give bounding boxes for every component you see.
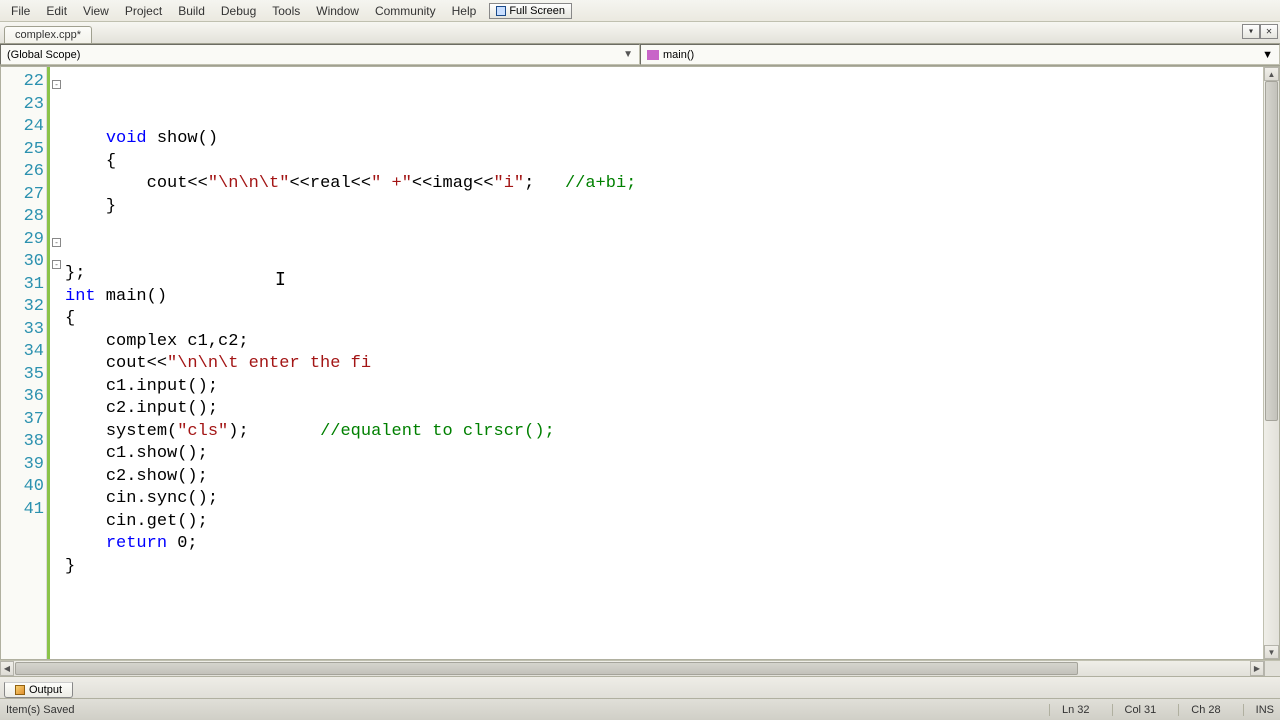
horizontal-scrollbar-row: ◀ ▶	[0, 660, 1280, 676]
code-line[interactable]: }	[65, 196, 1263, 219]
document-tab-bar: complex.cpp* ▾ ✕	[0, 22, 1280, 44]
code-line[interactable]: cout<<"\n\n\t enter the fi	[65, 353, 1263, 376]
line-number: 39	[7, 454, 44, 477]
code-line[interactable]: cin.get();	[65, 511, 1263, 534]
line-number: 27	[7, 184, 44, 207]
menu-debug[interactable]: Debug	[214, 2, 263, 20]
code-line[interactable]	[65, 218, 1263, 241]
code-area[interactable]: I void show() { cout<<"\n\n\t"<<real<<" …	[63, 67, 1263, 659]
code-line[interactable]: {	[65, 151, 1263, 174]
status-ins: INS	[1243, 704, 1274, 716]
code-line[interactable]: c1.show();	[65, 443, 1263, 466]
menu-view[interactable]: View	[76, 2, 116, 20]
status-message: Item(s) Saved	[6, 704, 74, 716]
code-line[interactable]: cout<<"\n\n\t"<<real<<" +"<<imag<<"i"; /…	[65, 173, 1263, 196]
line-number: 26	[7, 161, 44, 184]
fold-column[interactable]: - - -	[47, 67, 63, 659]
status-ch: Ch 28	[1178, 704, 1220, 716]
scope-dropdown[interactable]: (Global Scope) ▼	[0, 44, 640, 65]
member-label: main()	[663, 49, 694, 61]
mdi-window-controls: ▾ ✕	[1242, 24, 1278, 39]
output-panel-tabs: Output	[0, 676, 1280, 698]
code-line[interactable]: return 0;	[65, 533, 1263, 556]
menu-community[interactable]: Community	[368, 2, 443, 20]
scroll-corner	[1264, 661, 1280, 676]
line-number: 23	[7, 94, 44, 117]
line-number: 41	[7, 499, 44, 522]
line-number: 36	[7, 386, 44, 409]
code-line[interactable]: {	[65, 308, 1263, 331]
code-line[interactable]: c2.show();	[65, 466, 1263, 489]
code-line[interactable]	[65, 241, 1263, 264]
scroll-up-arrow[interactable]: ▲	[1264, 67, 1279, 81]
method-icon	[647, 50, 659, 60]
menu-edit[interactable]: Edit	[39, 2, 74, 20]
menu-build[interactable]: Build	[171, 2, 212, 20]
line-number: 31	[7, 274, 44, 297]
status-bar: Item(s) Saved Ln 32 Col 31 Ch 28 INS	[0, 698, 1280, 720]
output-tab-label: Output	[29, 684, 62, 696]
code-line[interactable]: complex c1,c2;	[65, 331, 1263, 354]
member-dropdown[interactable]: main() ▼	[640, 44, 1280, 65]
line-number: 40	[7, 476, 44, 499]
line-number: 38	[7, 431, 44, 454]
vertical-scroll-thumb[interactable]	[1265, 81, 1278, 421]
menu-window[interactable]: Window	[309, 2, 366, 20]
code-line[interactable]: void show()	[65, 128, 1263, 151]
line-number: 22	[7, 71, 44, 94]
menu-help[interactable]: Help	[445, 2, 484, 20]
line-number: 28	[7, 206, 44, 229]
file-tab[interactable]: complex.cpp*	[4, 26, 92, 43]
line-number-gutter: 2223242526272829303132333435363738394041	[1, 67, 47, 659]
output-icon	[15, 685, 25, 695]
line-number: 29	[7, 229, 44, 252]
line-number: 35	[7, 364, 44, 387]
code-editor[interactable]: 2223242526272829303132333435363738394041…	[0, 66, 1280, 660]
line-number: 25	[7, 139, 44, 162]
line-number: 24	[7, 116, 44, 139]
code-line[interactable]: c1.input();	[65, 376, 1263, 399]
code-line[interactable]: };	[65, 263, 1263, 286]
horizontal-scroll-thumb[interactable]	[15, 662, 1078, 675]
fullscreen-icon	[496, 6, 506, 16]
menu-project[interactable]: Project	[118, 2, 169, 20]
mdi-close-button[interactable]: ✕	[1260, 24, 1278, 39]
menu-bar: File Edit View Project Build Debug Tools…	[0, 0, 1280, 22]
scroll-down-arrow[interactable]: ▼	[1264, 645, 1279, 659]
vertical-scrollbar[interactable]: ▲ ▼	[1263, 67, 1279, 659]
fold-toggle[interactable]: -	[52, 238, 61, 247]
mdi-dropdown-button[interactable]: ▾	[1242, 24, 1260, 39]
line-number: 34	[7, 341, 44, 364]
navigation-bar: (Global Scope) ▼ main() ▼	[0, 44, 1280, 66]
code-line[interactable]: c2.input();	[65, 398, 1263, 421]
full-screen-button[interactable]: Full Screen	[489, 3, 572, 19]
line-number: 33	[7, 319, 44, 342]
scroll-left-arrow[interactable]: ◀	[0, 661, 14, 676]
chevron-down-icon: ▼	[1262, 49, 1273, 61]
scroll-right-arrow[interactable]: ▶	[1250, 661, 1264, 676]
output-tab[interactable]: Output	[4, 682, 73, 698]
text-cursor: I	[275, 269, 286, 290]
chevron-down-icon: ▼	[623, 49, 633, 60]
code-line[interactable]: system("cls"); //equalent to clrscr();	[65, 421, 1263, 444]
menu-tools[interactable]: Tools	[265, 2, 307, 20]
line-number: 37	[7, 409, 44, 432]
code-line[interactable]: }	[65, 556, 1263, 579]
fold-toggle[interactable]: -	[52, 80, 61, 89]
line-number: 30	[7, 251, 44, 274]
fold-toggle[interactable]: -	[52, 260, 61, 269]
status-line: Ln 32	[1049, 704, 1090, 716]
code-line[interactable]: cin.sync();	[65, 488, 1263, 511]
status-col: Col 31	[1112, 704, 1157, 716]
horizontal-scroll-track[interactable]	[14, 661, 1250, 676]
full-screen-label: Full Screen	[509, 5, 565, 17]
menu-file[interactable]: File	[4, 2, 37, 20]
code-line[interactable]: int main()	[65, 286, 1263, 309]
line-number: 32	[7, 296, 44, 319]
scope-label: (Global Scope)	[7, 49, 80, 61]
